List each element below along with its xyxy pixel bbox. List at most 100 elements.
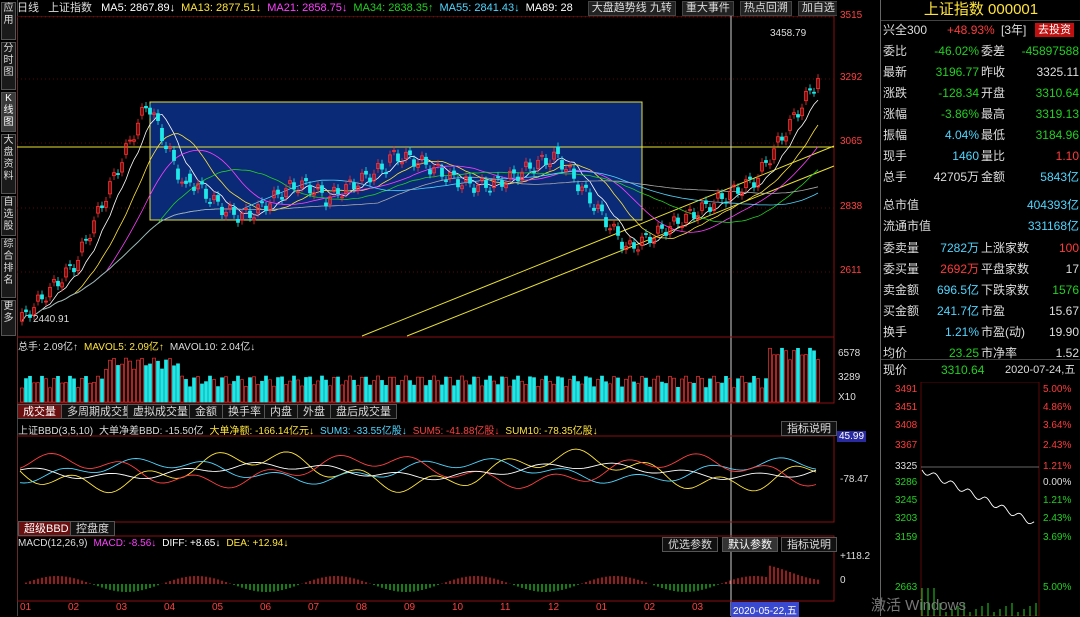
candle-body — [708, 207, 712, 212]
volume-bar — [112, 358, 116, 403]
volume-bar — [360, 376, 364, 403]
indicator-tab[interactable]: 成交量 — [17, 404, 62, 419]
volume-bar — [332, 377, 336, 403]
tab-ranking[interactable]: 综合排名 — [1, 238, 16, 298]
volume-bar — [232, 381, 236, 403]
volume-bar — [484, 379, 488, 403]
index-name: 上证指数 — [48, 2, 93, 14]
candle-body — [260, 201, 264, 204]
candle-body — [200, 181, 204, 185]
quote-label: 买金额 — [883, 304, 920, 318]
quote-value: 331168亿 — [1027, 219, 1079, 233]
current-price-row: 现价 3310.64 2020-07-24,五 — [881, 359, 1080, 381]
volume-bar — [756, 378, 760, 403]
volume-bar — [396, 384, 400, 403]
volume-bar — [284, 384, 288, 403]
period-label[interactable]: 日线 — [17, 2, 39, 14]
candle-body — [320, 185, 324, 193]
candle-body — [544, 158, 548, 165]
cursor-date: 2020-05-22,五 — [731, 602, 799, 617]
quote-label: 涨幅 — [883, 107, 908, 121]
volume-bar — [596, 379, 600, 403]
volume-bar — [652, 378, 656, 403]
candle-body — [752, 182, 756, 188]
tab-market-info[interactable]: 大盘资料 — [1, 134, 16, 194]
macd-legend-item: MACD(12,26,9) — [18, 538, 88, 549]
candle-body — [468, 176, 472, 184]
volume-bar — [432, 375, 436, 403]
x-month-label: 02 — [68, 602, 80, 613]
mini-pct-tick: 5.00% — [1043, 384, 1072, 395]
toolbar-button[interactable]: 大盘趋势线 九转 — [587, 1, 676, 16]
quote-label: 流通市值 — [883, 219, 932, 233]
indicator-tab[interactable]: 外盘 — [297, 404, 331, 419]
volume-bar — [504, 377, 508, 403]
chart-area[interactable] — [17, 16, 880, 616]
x-month-label: 10 — [452, 602, 464, 613]
volume-bar — [628, 375, 632, 403]
tab-apps[interactable]: 应用 — [1, 2, 16, 40]
volume-bar — [268, 379, 272, 403]
volume-bar — [568, 379, 572, 403]
toolbar-button[interactable]: 重大事件 — [681, 1, 734, 16]
volume-bar — [740, 375, 744, 403]
volume-bar — [44, 378, 48, 403]
volume-bar — [228, 383, 232, 403]
indicator-tab[interactable]: 内盘 — [264, 404, 298, 419]
volume-bar — [780, 347, 784, 403]
candle-body — [304, 178, 308, 182]
x-month-label: 05 — [212, 602, 224, 613]
candle-body — [644, 233, 648, 235]
candle-body — [204, 188, 208, 199]
volume-bar — [200, 383, 204, 403]
candle-body — [336, 188, 340, 195]
quote-label: 卖金额 — [883, 283, 920, 297]
indicator-tab[interactable]: 换手率 — [222, 404, 267, 419]
tab-kline[interactable]: K线图 — [1, 92, 16, 132]
toolbar-button[interactable]: 热点回溯 — [739, 1, 792, 16]
quote-value: 1.10 — [1055, 149, 1079, 163]
volume-bar — [312, 384, 316, 403]
candle-body — [292, 182, 296, 190]
volume-bar — [464, 380, 468, 403]
mini-price-tick: 3451 — [895, 402, 918, 413]
volume-bar — [240, 379, 244, 403]
volume-bar — [640, 376, 644, 403]
bbd-explain-button[interactable]: 指标说明 — [781, 421, 837, 436]
tab-super-bbd[interactable]: 超级BBD — [18, 521, 75, 536]
toolbar-button[interactable]: 加自选 — [797, 1, 837, 16]
x-month-label: 01 — [20, 602, 32, 613]
tab-control-degree[interactable]: 控盘度 — [70, 521, 115, 536]
default-params-button[interactable]: 默认参数 — [722, 537, 778, 552]
candle-body — [812, 91, 816, 94]
bbd-legend-item: 大单净差BBD: -15.50亿 — [99, 426, 204, 437]
volume-bar — [36, 382, 40, 403]
mini-pct-tick: 4.86% — [1043, 402, 1072, 413]
volume-bar — [164, 359, 168, 403]
volume-bar — [20, 387, 24, 403]
volume-bar — [732, 387, 736, 403]
quote-value: 3319.13 — [1035, 107, 1079, 121]
volume-bar — [664, 383, 668, 403]
quote-label: 委比 — [883, 44, 908, 58]
candle-body — [280, 197, 284, 200]
volume-bar — [204, 381, 208, 403]
volume-bar — [320, 375, 324, 403]
indicator-tab[interactable]: 盘后成交量 — [330, 404, 397, 419]
indicator-tab[interactable]: 金额 — [189, 404, 223, 419]
tab-watchlist[interactable]: 自选股 — [1, 196, 16, 236]
tab-timeshare[interactable]: 分时图 — [1, 42, 16, 90]
mini-price-tick: 3408 — [895, 420, 918, 431]
indicator-tab[interactable]: 虚拟成交量 — [127, 404, 194, 419]
invest-button[interactable]: 去投资 — [1035, 23, 1074, 37]
macd-explain-button[interactable]: 指标说明 — [781, 537, 837, 552]
optimal-params-button[interactable]: 优选参数 — [662, 537, 718, 552]
mini-price-tick: 3159 — [895, 532, 918, 543]
volume-bar — [812, 350, 816, 403]
volume-bar — [104, 369, 108, 403]
volume-bar — [136, 359, 140, 403]
volume-bar — [144, 365, 148, 403]
volume-bar — [264, 375, 268, 403]
tab-more[interactable]: 更多 — [1, 300, 16, 336]
volume-bar — [516, 375, 520, 403]
